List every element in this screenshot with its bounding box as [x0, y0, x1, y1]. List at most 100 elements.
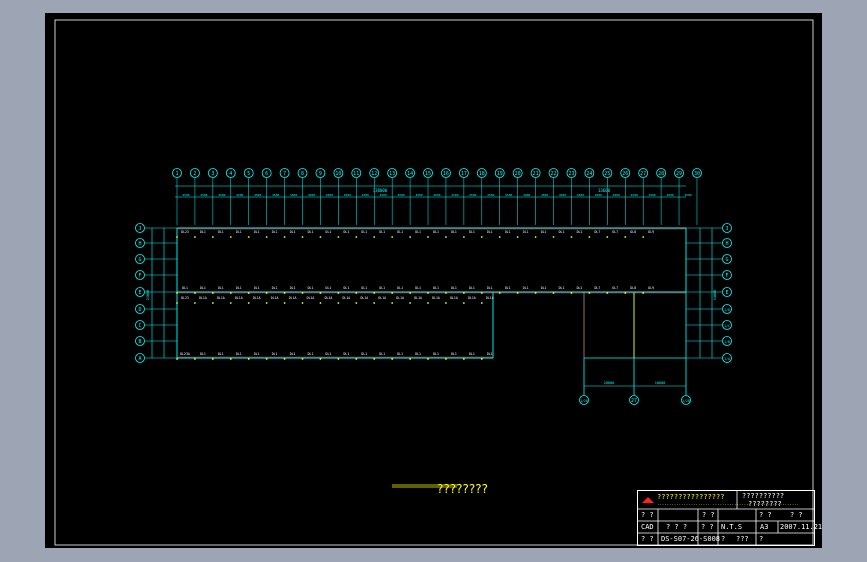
row-e-lower-label-13: DL1A [414, 296, 422, 300]
row-e-lower-label-node-1 [194, 302, 196, 304]
top-axis-bubble-29-label: 29 [676, 171, 682, 177]
top-axis-bubble-2-label: 2 [193, 171, 196, 177]
row-e-upper-label-node-3 [229, 292, 232, 294]
top-axis-bubble-7-label: 7 [283, 171, 286, 177]
row-j-label-20: DL1 [541, 230, 547, 234]
row-e-lower-label-node-7 [301, 302, 304, 304]
row-e-upper-label-16: DL1 [469, 286, 475, 290]
row-a-label-15: DL1 [451, 352, 457, 356]
left-axis-bubble-D-label: D [138, 307, 141, 313]
row-a-label-10: DL1 [361, 352, 367, 356]
row-j-label-node-18 [498, 236, 501, 238]
row-e-lower-label-5: DL1A [271, 296, 279, 300]
top-axis-bubble-26-label: 26 [622, 171, 628, 177]
row-a-label-node-12 [391, 358, 394, 360]
row-e-lower-label-node-10 [355, 302, 358, 304]
row-j-label-9: DL1 [343, 230, 349, 234]
row-a-label-node-1 [194, 358, 196, 360]
dim-segment: 4500 [326, 193, 333, 197]
row-e-upper-label-node-17 [480, 292, 483, 294]
row-e-upper-label-5: DL1 [272, 286, 278, 290]
row-e-upper-label-6: DL1 [290, 286, 296, 290]
label-page: ? [759, 535, 764, 543]
right-dim-overall: 14000 [713, 290, 717, 301]
row-e-upper-label-9: DL1 [343, 286, 349, 290]
row-e-upper-label-node-12 [391, 292, 394, 294]
top-axis-bubble-14-label: 14 [407, 171, 413, 177]
row-a-label-node-3 [229, 358, 232, 360]
row-e-upper-label-25: DL8 [630, 286, 636, 290]
row-e-upper-label-node-14 [427, 292, 429, 294]
left-axis-bubble-A-label: A [138, 356, 141, 362]
row-a-label-node-11 [373, 358, 376, 360]
dim-segment: 4500 [398, 193, 405, 197]
top-axis-bubble-22-label: 22 [551, 171, 557, 177]
left-axis-bubble-J-label: J [138, 226, 141, 232]
row-j-label-node-23 [588, 236, 591, 238]
row-e-lower-label-node-6 [283, 302, 286, 304]
row-a-label-6: DL1 [290, 352, 296, 356]
label-sheet: ? ? [790, 511, 803, 519]
row-j-label-node-21 [552, 236, 555, 238]
row-e-upper-label-node-24 [606, 292, 609, 294]
top-axis-bubble-24-label: 24 [586, 171, 592, 177]
top-axis-bubble-19-label: 19 [497, 171, 503, 177]
row-e-upper-label-15: DL1 [451, 286, 457, 290]
left-axis-bubble-G-label: G [138, 257, 141, 263]
row-j-label-12: DL1 [397, 230, 403, 234]
row-e-upper-label-26: DL9 [648, 286, 654, 290]
right-axis-bubble-7-label: 1/B [724, 340, 730, 344]
row-e-lower-label-node-4 [247, 302, 250, 304]
row-j-label-node-1 [194, 236, 196, 238]
row-j-label-0: DL23 [181, 230, 189, 234]
row-e-lower-label-node-17 [480, 302, 483, 304]
dim-segment: 4500 [541, 193, 548, 197]
label-scale: ? ? [759, 511, 772, 519]
top-axis-bubble-13-label: 13 [389, 171, 395, 177]
top-axis-bubble-25-label: 25 [604, 171, 610, 177]
row-a-label-16: DL1 [469, 352, 475, 356]
title-block: ???????????????? ...................... … [637, 490, 822, 546]
row-j-label-5: DL1 [272, 230, 278, 234]
drawing-sheet: 1 2 3 4 5 6 7 8 9 10 11 12 13 14 15 16 17 18 19 20 21 22 23 24 2… [45, 13, 822, 548]
row-e-upper-label-node-0 [176, 292, 178, 294]
sheet-border [54, 19, 814, 546]
row-e-upper-label-node-6 [283, 292, 286, 294]
row-j-label-16: DL1 [469, 230, 475, 234]
top-axis-bubble-16-label: 16 [443, 171, 449, 177]
right-axis-bubble-0-label: J [725, 226, 728, 232]
bottom-axis-bubble-0-label: 1/26 [580, 399, 588, 403]
row-j-label-node-16 [462, 236, 465, 238]
row-a-label-17: DL1 [487, 352, 493, 356]
row-j-label-node-20 [534, 236, 537, 238]
row-j-label-node-24 [606, 236, 609, 238]
dim-segment: 4500 [666, 193, 673, 197]
right-axis-bubble-8-label: 1/A [724, 357, 730, 361]
dim-segment: 4500 [505, 193, 512, 197]
row-a-label-12: DL1 [397, 352, 403, 356]
row-e-upper-label-node-19 [516, 292, 519, 294]
row-e-upper-label-3: DL1 [236, 286, 242, 290]
row-j-label-22: DL1 [577, 230, 583, 234]
dim-segment: 4500 [523, 193, 530, 197]
row-a-label-node-17 [480, 358, 483, 360]
project-subtitle: ???????? [748, 500, 782, 508]
row-e-upper-label-19: DL1 [523, 286, 529, 290]
dim-segment: 4500 [254, 193, 261, 197]
row-e-lower-label-9: DL1A [343, 296, 351, 300]
label-version: ? [721, 535, 726, 543]
right-axis-bubble-4-label: E [725, 290, 728, 296]
dim-segment: 4500 [362, 193, 369, 197]
row-j-label-node-7 [301, 236, 304, 238]
row-j-label-node-2 [211, 236, 214, 238]
row-a-label-node-6 [283, 358, 286, 360]
row-j-label-node-22 [570, 236, 573, 238]
top-axis-bubble-9-label: 9 [319, 171, 322, 177]
structural-plan: 1 2 3 4 5 6 7 8 9 10 11 12 13 14 15 16 17 18 19 20 21 22 23 24 2… [54, 19, 814, 546]
label-checker: ? ? [702, 511, 715, 519]
row-e-lower-label-node-16 [462, 302, 465, 304]
right-axis-bubble-2-label: G [725, 257, 728, 263]
row-a-label-node-0 [176, 358, 178, 360]
top-axis-bubble-30-label: 30 [694, 171, 700, 177]
row-e-upper-label-21: DL1 [559, 286, 565, 290]
